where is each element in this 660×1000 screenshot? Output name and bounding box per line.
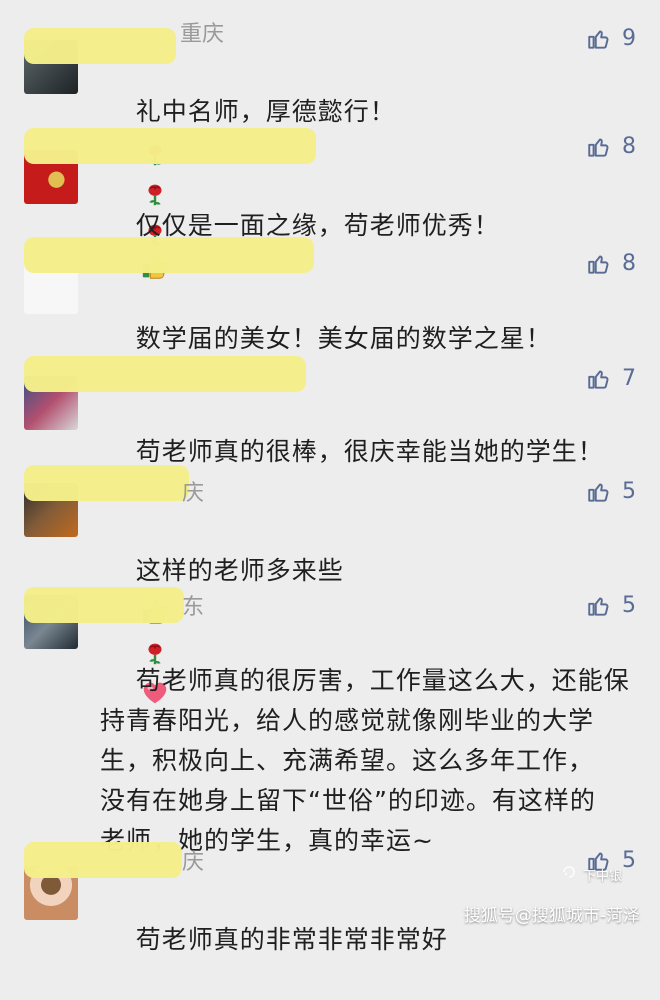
comment-content: 这样的老师多来些 — [135, 556, 344, 585]
comment-item: 重庆 礼中名师，厚德懿行！ 9 — [0, 18, 660, 246]
thumbs-up-outline-icon — [586, 366, 612, 392]
comment-content: 苟老师真的很厉害，工作量这么大，还能保 持青春阳光，给人的感觉就像刚毕业的大学 … — [100, 666, 630, 855]
like-button[interactable]: 9 — [586, 26, 636, 52]
watermark-logo: 下中银 — [561, 864, 622, 884]
comment-item: 仅仅是一面之缘，苟老师优秀！ 8 — [0, 126, 660, 279]
like-count: 5 — [622, 593, 636, 618]
like-button[interactable]: 5 — [586, 593, 636, 619]
like-button[interactable]: 8 — [586, 251, 636, 277]
comment-location: 庆 — [182, 481, 205, 506]
like-count: 8 — [622, 251, 636, 276]
watermark: 搜狐号@搜狐城市-菏泽 下中银 — [463, 866, 640, 926]
redacted-name — [24, 237, 314, 273]
comment-location: 庆 — [182, 850, 205, 875]
comment-item: 数学届的美女！美女届的数学之星！ 8 — [0, 235, 660, 353]
like-count: 7 — [622, 366, 636, 391]
redacted-name — [24, 128, 316, 164]
like-count: 5 — [622, 848, 636, 873]
comment-content: 苟老师真的很棒，很庆幸能当她的学生！ — [135, 437, 604, 466]
comment-location: 重庆 — [180, 22, 225, 47]
comment-item: 东 苟老师真的很厉害，工作量这么大，还能保 持青春阳光，给人的感觉就像刚毕业的大… — [0, 585, 660, 855]
comment-item: 庆 这样的老师多来些 5 — [0, 463, 660, 704]
watermark-text: 搜狐号@搜狐城市-菏泽 — [463, 906, 640, 926]
comment-content: 数学届的美女！美女届的数学之星！ — [135, 324, 552, 353]
thumbs-up-outline-icon — [586, 26, 612, 52]
thumbs-up-outline-icon — [586, 593, 612, 619]
comment-content: 礼中名师，厚德懿行！ — [135, 97, 396, 126]
comment-item: 苟老师真的很棒，很庆幸能当她的学生！ 7 — [0, 352, 660, 466]
like-button[interactable]: 5 — [586, 479, 636, 505]
watermark-mark-icon — [561, 864, 577, 884]
thumbs-up-outline-icon — [586, 479, 612, 505]
redacted-name — [24, 587, 184, 623]
like-count: 5 — [622, 479, 636, 504]
redacted-name — [24, 356, 306, 392]
watermark-secondary-text: 下中银 — [582, 868, 622, 884]
thumbs-up-outline-icon — [586, 134, 612, 160]
like-button[interactable]: 8 — [586, 134, 636, 160]
redacted-name — [24, 842, 182, 878]
comment-text: 苟老师真的非常非常非常好 — [100, 880, 630, 1000]
like-count: 8 — [622, 134, 636, 159]
like-count: 9 — [622, 26, 636, 51]
thumbs-up-outline-icon — [586, 251, 612, 277]
redacted-name — [24, 465, 189, 501]
comment-location: 东 — [182, 595, 205, 620]
like-button[interactable]: 7 — [586, 366, 636, 392]
